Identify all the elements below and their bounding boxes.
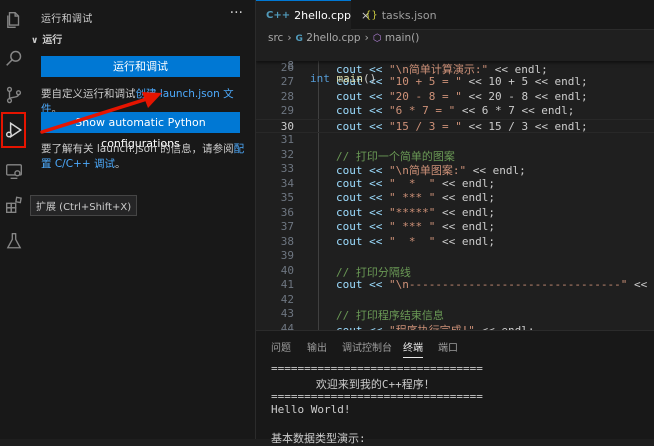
line-number: 36 [280,205,294,219]
code-line[interactable]: 29 cout << "6 * 7 = " << 6 * 7 << endl; [256,104,654,119]
cpp-file-icon: G [295,34,303,44]
tab-label: tasks.json [381,8,437,22]
tab-ports[interactable]: 端口 [438,339,458,354]
code-editor[interactable]: 8 int main() 26 cout << "\n简单计算演示:" << en… [256,46,654,330]
code-text: cout << " * " << endl; [336,234,495,248]
tab-output[interactable]: 输出 [307,339,327,354]
sidebar-title: 运行和调试 [41,14,93,25]
terminal-line: ================================ [271,362,483,375]
line-number: 33 [280,162,294,175]
json-file-icon: {} [365,9,378,21]
method-icon: ⬡ [372,33,382,44]
code-line[interactable]: 34 cout << " * " << endl; [256,177,654,192]
code-line[interactable]: 36 cout << "*****" << endl; [256,206,654,221]
code-line[interactable]: 31 [256,133,654,148]
code-line[interactable]: 33 cout << "\n简单图案:" << endl; [256,162,654,177]
code-line[interactable]: 43// 打印程序结束信息 [256,307,654,322]
line-number: 31 [280,133,294,146]
code-text: cout << "\n-----------------------------… [336,278,654,291]
run-section-label: 运行 [42,35,63,46]
source-control-icon[interactable] [0,80,27,110]
breadcrumb-file[interactable]: 2hello.cpp [306,32,360,44]
cpp-file-icon: C++ [266,10,291,21]
terminal-line: ================================ [271,390,483,403]
code-line[interactable]: 39 [256,249,654,264]
breadcrumb-symbol[interactable]: main() [385,32,419,44]
extensions-tooltip: 扩展 (Ctrl+Shift+X) [30,195,138,216]
line-number: 39 [280,249,294,262]
extensions-icon[interactable] [0,190,27,220]
line-number: 30 [280,119,294,133]
code-line[interactable]: 37 cout << " *** " << endl; [256,220,654,235]
terminal-line: 基本数据类型演示: [271,432,366,445]
sticky-scroll-line[interactable]: 8 int main() [256,46,654,85]
line-number: 40 [280,263,294,277]
line-number: 29 [280,104,294,117]
chevron-right-icon: › [287,32,292,44]
code-text: cout << "程序执行完成!" << endl; [336,323,535,331]
code-text: cout << " *** " << endl; [336,191,495,204]
line-number: 35 [280,191,294,204]
tab-problems[interactable]: 问题 [271,339,291,354]
code-line[interactable]: 30 cout << "15 / 3 = " << 15 / 3 << endl; [256,118,654,133]
terminal-line: Hello World! [271,403,351,416]
code-text: cout << "15 / 3 = " << 15 / 3 << endl; [336,119,588,133]
run-section-header[interactable]: ∨ 运行 [31,31,62,46]
code-line[interactable]: 32// 打印一个简单的图案 [256,148,654,163]
remote-explorer-icon[interactable] [0,156,27,186]
breadcrumb: src › G 2hello.cpp › ⬡ main() [256,30,654,46]
files-icon[interactable] [0,5,27,35]
breadcrumb-folder[interactable]: src [268,32,283,44]
bottom-panel: 问题 输出 调试控制台 终端 端口 ======================… [256,330,654,445]
code-line[interactable]: 35 cout << " *** " << endl; [256,191,654,206]
code-text: cout << "*****" << endl; [336,205,495,219]
line-number: 38 [280,234,294,248]
more-actions-icon[interactable]: ··· [230,5,243,21]
tab-terminal[interactable]: 终端 [403,339,423,358]
line-number: 32 [280,147,294,161]
launch-info-text: 要了解有关 launch.json 的信息，请参阅 [41,143,234,155]
chevron-right-icon: › [364,32,369,44]
code-line[interactable]: 38 cout << " * " << endl; [256,235,654,250]
code-text: int main() [310,72,377,85]
editor-tabs: C++ 2hello.cpp × {} tasks.json [256,0,654,30]
code-text: cout << "6 * 7 = " << 6 * 7 << endl; [336,104,575,117]
tab-label: 2hello.cpp [294,9,352,22]
annotation-arrow [40,92,162,134]
tab-tasks-json[interactable]: {} tasks.json [361,0,455,30]
search-icon[interactable] [0,43,27,73]
launch-info-end: 。 [114,158,126,170]
code-text: cout << " *** " << endl; [336,220,495,233]
code-text: cout << "20 - 8 = " << 20 - 8 << endl; [336,89,588,103]
code-line[interactable]: 28 cout << "20 - 8 = " << 20 - 8 << endl; [256,90,654,105]
code-line[interactable]: 40// 打印分隔线 [256,264,654,279]
launch-info-hint: 要了解有关 launch.json 的信息，请参阅配置 C/C++ 调试。 [41,142,246,172]
line-number: 42 [280,292,294,306]
line-number: 37 [280,220,294,233]
run-debug-highlight-box [1,112,26,148]
activity-bar [0,0,27,439]
code-line[interactable]: 42 [256,293,654,308]
line-number: 43 [280,307,294,320]
testing-icon[interactable] [0,226,27,256]
code-text: cout << " * " << endl; [336,176,495,190]
code-line[interactable]: 44 cout << "程序执行完成!" << endl; [256,322,654,331]
line-number: 41 [280,278,294,291]
tab-debug-console[interactable]: 调试控制台 [342,339,392,354]
line-number: 8 [287,59,294,72]
code-line[interactable]: 41 cout << "\n---------------------------… [256,278,654,293]
line-number: 44 [280,321,294,331]
run-and-debug-button[interactable]: 运行和调试 [41,56,240,77]
run-debug-sidebar: 运行和调试 ··· ∨ 运行 运行和调试 要自定义运行和调试创建 launch.j… [27,0,256,439]
tab-2hello-cpp[interactable]: C++ 2hello.cpp × [256,0,370,30]
chevron-down-icon: ∨ [31,36,39,46]
line-number: 34 [280,176,294,190]
